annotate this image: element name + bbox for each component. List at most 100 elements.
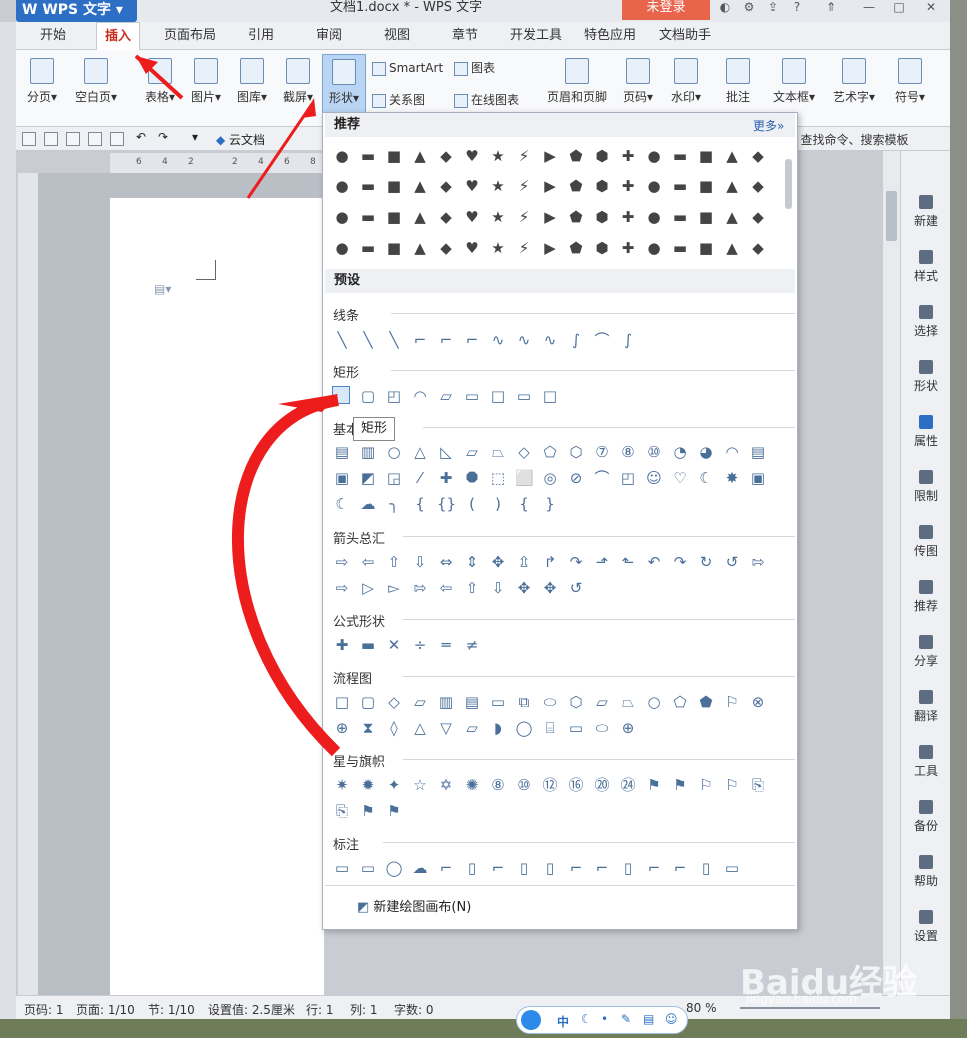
shape-option[interactable]: ✚	[619, 147, 637, 165]
panel-shape[interactable]: 形状	[901, 360, 951, 394]
app-menu-button[interactable]: W WPS 文字 ▾	[16, 0, 137, 22]
shape-option[interactable]: ▯	[541, 859, 559, 877]
shape-option[interactable]: ■	[385, 239, 403, 257]
shape-option[interactable]: ●	[333, 239, 351, 257]
shape-option[interactable]: ▯	[515, 859, 533, 877]
vertical-ruler[interactable]	[18, 173, 38, 995]
command-search[interactable]: ⌕ 查找命令、搜索模板	[790, 131, 909, 149]
shape-option[interactable]: ⬟	[567, 208, 585, 226]
shape-option[interactable]: ⏢	[489, 443, 507, 461]
shape-option[interactable]: ◇	[515, 443, 533, 461]
export-pdf-icon[interactable]	[66, 132, 80, 146]
shape-option[interactable]: ⌐	[437, 859, 455, 877]
panel-style[interactable]: 样式	[901, 250, 951, 284]
vertical-scrollbar[interactable]	[882, 151, 900, 995]
shape-option[interactable]: ⌸	[541, 719, 559, 737]
shape-option[interactable]: ◎	[541, 469, 559, 487]
shape-option[interactable]: ○	[385, 443, 403, 461]
shape-option[interactable]: ⚑	[645, 776, 663, 794]
shape-option[interactable]: {	[515, 495, 533, 513]
shape-option[interactable]: ⬡	[567, 693, 585, 711]
shape-option[interactable]: ◆	[437, 177, 455, 195]
shape-option[interactable]: ▱	[411, 693, 429, 711]
shape-option[interactable]: ■	[385, 147, 403, 165]
shape-option[interactable]: ⌐	[437, 331, 455, 349]
shape-option[interactable]: ✥	[541, 579, 559, 597]
shape-option[interactable]: ▭	[489, 693, 507, 711]
panel-tools[interactable]: 工具	[901, 745, 951, 779]
shape-option[interactable]: ⇦	[437, 579, 455, 597]
shape-option[interactable]: ✹	[359, 776, 377, 794]
shape-option[interactable]: ∫	[567, 331, 585, 349]
shape-option[interactable]: ⌒	[593, 331, 611, 349]
shape-option[interactable]: ⚑	[385, 802, 403, 820]
shape-option[interactable]: ⇧	[463, 579, 481, 597]
shape-option[interactable]: ⬟	[567, 177, 585, 195]
shape-option[interactable]: ⌐	[489, 859, 507, 877]
shape-option[interactable]: ✚	[619, 208, 637, 226]
rectangle-shape-option[interactable]	[332, 386, 350, 404]
tab-start[interactable]: 开始	[32, 22, 74, 50]
panel-settings[interactable]: 设置	[901, 910, 951, 944]
panel-new[interactable]: 新建	[901, 195, 951, 229]
shape-option[interactable]: (	[463, 495, 481, 513]
shape-option[interactable]: ●	[333, 147, 351, 165]
shape-option[interactable]: ⇫	[515, 553, 533, 571]
shape-option[interactable]: ▬	[359, 208, 377, 226]
preview-icon[interactable]	[110, 132, 124, 146]
shape-option[interactable]: ⬭	[541, 693, 559, 711]
panel-restrict[interactable]: 限制	[901, 470, 951, 504]
symbol-button[interactable]: 符号▾	[890, 54, 930, 114]
shape-option[interactable]: ⇩	[411, 553, 429, 571]
dropdown-scroll-thumb[interactable]	[785, 159, 792, 209]
shape-option[interactable]: ♥	[463, 147, 481, 165]
zoom-level[interactable]: 80 %	[686, 1001, 717, 1015]
close-icon[interactable]: ✕	[920, 0, 942, 18]
punctuation-icon[interactable]: •	[601, 1012, 608, 1026]
shape-option[interactable]: ✚	[437, 469, 455, 487]
shape-option[interactable]: ■	[697, 208, 715, 226]
shape-option[interactable]: ◆	[749, 147, 767, 165]
undo-icon[interactable]: ↶	[136, 130, 146, 144]
shape-option[interactable]: ⏢	[619, 693, 637, 711]
shape-option[interactable]: ⬢	[593, 208, 611, 226]
help-icon[interactable]: ?	[786, 0, 808, 18]
shape-option[interactable]: ▲	[723, 177, 741, 195]
shape-option[interactable]: ▥	[437, 693, 455, 711]
shape-option[interactable]: ▬	[359, 147, 377, 165]
shape-option[interactable]: ⧗	[359, 719, 377, 737]
shape-option[interactable]: ÷	[411, 636, 429, 654]
shape-option[interactable]: ⇰	[411, 579, 429, 597]
cloud-doc-tab[interactable]: ◆ 云文档	[216, 131, 265, 148]
open-icon[interactable]	[22, 132, 36, 146]
shape-option[interactable]: ↱	[541, 553, 559, 571]
panel-backup[interactable]: 备份	[901, 800, 951, 834]
shape-option[interactable]: ⬟	[697, 693, 715, 711]
shape-option[interactable]: ⯃	[463, 469, 481, 487]
shape-option[interactable]: ▯	[697, 859, 715, 877]
shape-option[interactable]: ⇩	[489, 579, 507, 597]
shape-option[interactable]: ✦	[385, 776, 403, 794]
shape-option[interactable]: ◰	[385, 387, 403, 405]
shape-option[interactable]: ↻	[697, 553, 715, 571]
page-number-button[interactable]: 页码▾	[618, 54, 658, 114]
shape-option[interactable]: ■	[385, 177, 403, 195]
shape-option[interactable]: ▻	[385, 579, 403, 597]
shape-option[interactable]: ✺	[463, 776, 481, 794]
shape-option[interactable]: ▶	[541, 177, 559, 195]
shape-option[interactable]: ⇕	[463, 553, 481, 571]
shape-option[interactable]: ☾	[333, 495, 351, 513]
shape-option[interactable]: ●	[645, 208, 663, 226]
shape-option[interactable]: ▭	[359, 859, 377, 877]
shape-option[interactable]: △	[411, 443, 429, 461]
save-icon[interactable]	[44, 132, 58, 146]
shape-option[interactable]: ⑧	[489, 776, 507, 794]
shape-option[interactable]: ◠	[723, 443, 741, 461]
clipboard-icon[interactable]: ▤	[643, 1012, 654, 1026]
shape-option[interactable]: ✚	[333, 636, 351, 654]
blank-page-button[interactable]: 空白页▾	[68, 54, 124, 114]
shape-option[interactable]: ■	[697, 147, 715, 165]
shape-option[interactable]: ▬	[671, 239, 689, 257]
shape-option[interactable]: ▽	[437, 719, 455, 737]
shape-option[interactable]: ∿	[489, 331, 507, 349]
